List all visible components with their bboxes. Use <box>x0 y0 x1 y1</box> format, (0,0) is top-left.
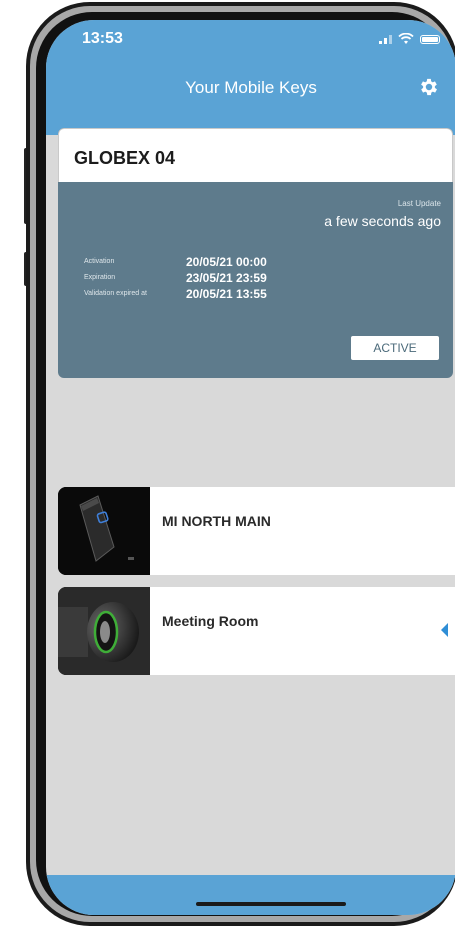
battery-icon <box>420 34 440 44</box>
key-name: GLOBEX 04 <box>74 148 176 168</box>
door-name: MI NORTH MAIN <box>162 513 271 529</box>
door-name: Meeting Room <box>162 613 259 629</box>
door-item-mi-north-main[interactable]: MI NORTH MAIN <box>58 487 455 575</box>
expiration-value: 23/05/21 23:59 <box>186 271 267 285</box>
home-indicator[interactable] <box>196 902 346 906</box>
status-time: 13:53 <box>82 30 123 47</box>
door-item-meeting-room[interactable]: Meeting Room <box>58 587 455 675</box>
status-icons <box>379 33 440 45</box>
activation-label: Activation <box>84 258 115 265</box>
status-badge[interactable]: ACTIVE <box>351 336 439 360</box>
expiration-label: Expiration <box>84 274 116 281</box>
validation-expired-label: Validation expired at <box>84 290 147 297</box>
last-update-label: Last Update <box>397 199 441 208</box>
last-update-value: a few seconds ago <box>324 213 441 229</box>
page-title: Your Mobile Keys <box>185 78 317 97</box>
app-screen: 13:53 Your Mobile Keys GLOBEX 04 Last Up… <box>46 20 455 915</box>
chevron-left-icon[interactable] <box>441 623 448 637</box>
gear-icon[interactable] <box>418 76 440 98</box>
signal-icon <box>379 34 392 44</box>
wifi-icon <box>398 33 414 44</box>
card-reader-image <box>58 487 150 575</box>
footer-bar <box>46 875 455 915</box>
activation-value: 20/05/21 00:00 <box>186 255 267 269</box>
door-lock-cylinder-image <box>58 587 150 675</box>
header-bar: 13:53 Your Mobile Keys <box>46 20 455 135</box>
mobile-key-card[interactable]: GLOBEX 04 Last Update a few seconds ago … <box>58 128 453 378</box>
validation-expired-value: 20/05/21 13:55 <box>186 287 267 301</box>
